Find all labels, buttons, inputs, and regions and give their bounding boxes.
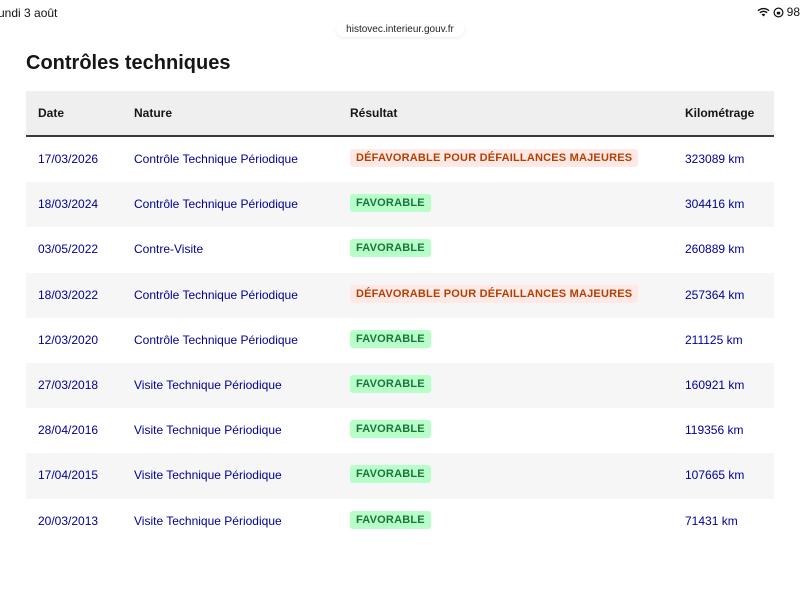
- row-mileage: 304416 km: [685, 197, 745, 212]
- status-date: undi 3 août: [0, 6, 58, 20]
- row-mileage: 107665 km: [685, 468, 745, 483]
- result-badge: FAVORABLE: [350, 510, 431, 529]
- result-badge: FAVORABLE: [350, 374, 431, 393]
- table-row: 17/03/2026 Contrôle Technique Périodique D…: [26, 137, 774, 182]
- row-result: FAVORABLE: [350, 239, 431, 258]
- row-mileage: 260889 km: [685, 242, 745, 257]
- table-row: 20/03/2013 Visite Technique Périodique FAV…: [26, 499, 774, 544]
- row-result: FAVORABLE: [350, 510, 431, 529]
- table-row: 28/04/2016 Visite Technique Périodique FAV…: [26, 408, 774, 453]
- row-result: FAVORABLE: [350, 194, 431, 213]
- result-badge: FAVORABLE: [350, 420, 431, 439]
- row-date: 28/04/2016: [38, 423, 99, 438]
- result-badge: FAVORABLE: [350, 465, 431, 484]
- row-nature: Contre-Visite: [134, 242, 204, 257]
- table-row: 12/03/2020 Contrôle Technique Périodique F…: [26, 318, 774, 363]
- table-row: 17/04/2015 Visite Technique Périodique FAV…: [26, 453, 774, 499]
- row-date: 17/03/2026: [38, 152, 99, 166]
- row-result: DÉFAVORABLE POUR DÉFAILLANCES MAJEURES: [350, 149, 639, 167]
- row-date: 18/03/2022: [38, 287, 99, 302]
- row-mileage: 323089 km: [685, 152, 745, 166]
- inspections-table: Date Nature Résultat Kilométrage 17/03/2…: [26, 91, 774, 544]
- row-nature: Contrôle Technique Périodique: [134, 152, 298, 166]
- address-bar[interactable]: histovec.interieur.gouv.fr: [336, 22, 464, 37]
- header-date: Date: [38, 106, 65, 120]
- header-nature: Nature: [134, 106, 173, 120]
- row-mileage: 257364 km: [685, 287, 745, 302]
- table-row: 27/03/2018 Visite Technique Périodique FAV…: [26, 362, 774, 409]
- result-badge: FAVORABLE: [350, 239, 431, 258]
- row-nature: Contrôle Technique Périodique: [134, 287, 298, 302]
- header-mileage: Kilométrage: [685, 106, 755, 120]
- table-row: 03/05/2022 Contre-Visite FAVORABLE 260889 k…: [26, 227, 774, 272]
- row-nature: Visite Technique Périodique: [134, 377, 282, 392]
- row-result: FAVORABLE: [350, 374, 431, 393]
- row-date: 12/03/2020: [38, 332, 99, 347]
- row-result: FAVORABLE: [350, 420, 431, 439]
- result-badge: FAVORABLE: [350, 194, 431, 213]
- table-row: 18/03/2022 Contrôle Technique Périodique D…: [26, 272, 774, 318]
- page-title: Contrôles techniques: [26, 52, 231, 74]
- row-result: DÉFAVORABLE POUR DÉFAILLANCES MAJEURES: [350, 284, 639, 303]
- result-badge: FAVORABLE: [350, 329, 431, 348]
- header-result: Résultat: [350, 106, 398, 120]
- table-body: 17/03/2026 Contrôle Technique Périodique D…: [26, 137, 774, 544]
- row-result: FAVORABLE: [350, 329, 431, 348]
- row-mileage: 119356 km: [685, 423, 744, 438]
- row-mileage: 71431 km: [685, 513, 738, 528]
- result-badge: DÉFAVORABLE POUR DÉFAILLANCES MAJEURES: [350, 284, 639, 303]
- row-date: 18/03/2024: [38, 197, 99, 212]
- row-nature: Contrôle Technique Périodique: [134, 197, 298, 212]
- row-date: 17/04/2015: [38, 468, 99, 483]
- row-mileage: 160921 km: [685, 377, 745, 392]
- table-header: Date Nature Résultat Kilométrage: [26, 91, 774, 137]
- row-nature: Visite Technique Périodique: [134, 468, 282, 483]
- status-icons: 98: [757, 5, 800, 19]
- orientation-lock-icon: [773, 6, 784, 18]
- row-date: 20/03/2013: [38, 513, 99, 528]
- row-result: FAVORABLE: [350, 465, 431, 484]
- battery-percentage: 98: [786, 5, 800, 19]
- row-nature: Contrôle Technique Périodique: [134, 332, 298, 347]
- row-date: 27/03/2018: [38, 377, 99, 392]
- row-nature: Visite Technique Périodique: [134, 513, 282, 528]
- row-mileage: 211125 km: [685, 332, 743, 347]
- wifi-icon: [757, 7, 770, 17]
- table-row: 18/03/2024 Contrôle Technique Périodique F…: [26, 182, 774, 228]
- row-date: 03/05/2022: [38, 242, 99, 257]
- result-badge: DÉFAVORABLE POUR DÉFAILLANCES MAJEURES: [350, 149, 639, 167]
- row-nature: Visite Technique Périodique: [134, 423, 282, 438]
